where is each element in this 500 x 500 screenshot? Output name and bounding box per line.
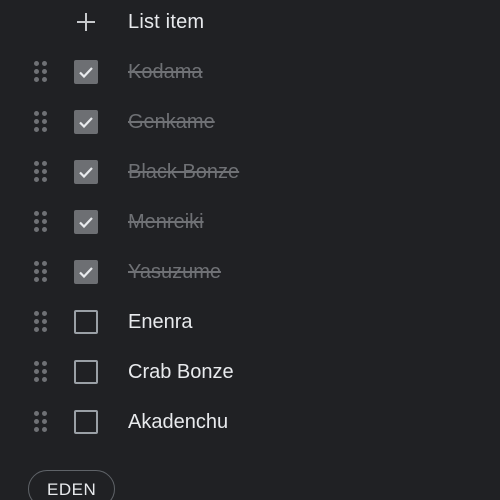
check-icon [79,267,93,279]
check-icon [79,167,93,179]
checkbox-checked[interactable] [74,210,98,234]
list-item-label[interactable]: Menreiki [128,211,204,234]
list-item[interactable]: Enenra [0,298,500,348]
list-item-label[interactable]: Akadenchu [128,411,228,434]
label-chip[interactable]: EDEN [28,470,116,500]
checkbox-checked[interactable] [74,110,98,134]
list-item[interactable]: Crab Bonze [0,348,500,398]
checkbox-checked[interactable] [74,260,98,284]
list-item-label[interactable]: Kodama [128,61,203,84]
list-item-label[interactable]: Enenra [128,311,193,334]
checkbox-checked[interactable] [74,160,98,184]
add-list-item-row[interactable]: List item [0,0,500,48]
drag-handle-icon[interactable] [34,411,50,433]
drag-handle-icon[interactable] [34,361,50,383]
checkbox-unchecked[interactable] [74,360,98,384]
list-item[interactable]: Genkame [0,98,500,148]
note-checklist: List item Kodama Genkame Black Bonze Men… [0,0,500,500]
check-icon [79,117,93,129]
checkbox-checked[interactable] [74,60,98,84]
list-item-label[interactable]: Crab Bonze [128,361,234,384]
drag-handle-icon[interactable] [34,211,50,233]
list-item[interactable]: Black Bonze [0,148,500,198]
list-item-label[interactable]: Yasuzume [128,261,221,284]
drag-handle-icon[interactable] [34,111,50,133]
drag-handle-icon[interactable] [34,61,50,83]
list-item-label[interactable]: Genkame [128,111,215,134]
checklist: Kodama Genkame Black Bonze Menreiki Yasu… [0,48,500,448]
checkbox-unchecked[interactable] [74,310,98,334]
check-icon [79,217,93,229]
check-icon [79,67,93,79]
list-item[interactable]: Menreiki [0,198,500,248]
drag-handle-icon[interactable] [34,311,50,333]
drag-handle-icon[interactable] [34,161,50,183]
list-item[interactable]: Kodama [0,48,500,98]
add-list-item-label[interactable]: List item [128,11,204,34]
checkbox-unchecked[interactable] [74,410,98,434]
drag-handle-icon[interactable] [34,261,50,283]
list-item[interactable]: Yasuzume [0,248,500,298]
list-item-label[interactable]: Black Bonze [128,161,239,184]
plus-icon[interactable] [74,10,98,34]
list-item[interactable]: Akadenchu [0,398,500,448]
